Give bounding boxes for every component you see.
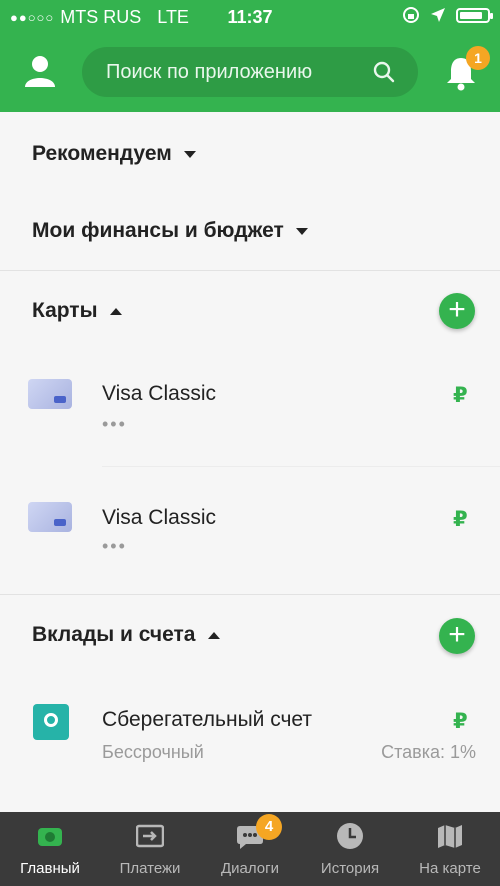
section-cards[interactable]: Карты xyxy=(32,299,122,323)
account-currency: ₽ xyxy=(453,710,468,733)
battery-icon xyxy=(456,7,493,23)
section-deposits-title: Вклады и счета xyxy=(32,623,196,646)
search-icon xyxy=(373,61,395,83)
card-currency: ₽ xyxy=(453,508,468,531)
nav-label: Платежи xyxy=(119,860,181,877)
nav-label: Главный xyxy=(20,860,80,877)
add-card-button[interactable]: + xyxy=(439,293,475,329)
main-content: Рекомендуем Мои финансы и бюджет Карты +… xyxy=(0,112,500,812)
dialogs-badge: 4 xyxy=(256,814,282,840)
account-term: Бессрочный xyxy=(102,742,204,762)
card-name: Visa Classic xyxy=(102,506,216,529)
bottom-nav: Главный Платежи 4 Диалоги История На кар… xyxy=(0,812,500,886)
safe-icon xyxy=(33,704,69,740)
add-deposit-button[interactable]: + xyxy=(439,618,475,654)
battery-level xyxy=(460,11,482,19)
section-recommend[interactable]: Рекомендуем xyxy=(32,142,196,166)
card-currency: ₽ xyxy=(453,384,468,407)
app-header: ●●○○○ MTS RUS LTE 11:37 Поиск по приложе… xyxy=(0,0,500,112)
nav-dialogs[interactable]: 4 Диалоги xyxy=(200,812,300,886)
card-name: Visa Classic xyxy=(102,382,216,405)
search-input[interactable]: Поиск по приложению xyxy=(82,47,418,97)
collapse-arrow-icon xyxy=(109,307,122,315)
card-number-masked: ••• xyxy=(102,414,127,434)
card-number-masked: ••• xyxy=(102,536,127,556)
collapse-arrow-icon xyxy=(207,631,220,639)
divider xyxy=(102,466,500,467)
nav-label: История xyxy=(320,860,380,877)
search-placeholder: Поиск по приложению xyxy=(106,61,313,83)
section-deposits[interactable]: Вклады и счета xyxy=(32,623,220,647)
nav-label: Диалоги xyxy=(221,860,279,877)
account-name: Сберегательный счет xyxy=(102,708,313,731)
nav-payments[interactable]: Платежи xyxy=(100,812,200,886)
nav-home[interactable]: Главный xyxy=(0,812,100,886)
visa-card-icon xyxy=(28,379,72,409)
expand-arrow-icon xyxy=(183,150,196,158)
expand-arrow-icon xyxy=(295,227,308,235)
location-icon xyxy=(431,8,445,22)
status-bar: ●●○○○ MTS RUS LTE 11:37 xyxy=(0,0,500,34)
nav-map[interactable]: На карте xyxy=(400,812,500,886)
section-finance[interactable]: Мои финансы и бюджет xyxy=(32,219,308,243)
rotation-lock-icon xyxy=(403,7,419,23)
home-icon xyxy=(38,828,62,846)
section-recommend-title: Рекомендуем xyxy=(32,142,172,165)
section-finance-title: Мои финансы и бюджет xyxy=(32,219,284,242)
section-cards-title: Карты xyxy=(32,299,98,322)
divider xyxy=(0,270,500,271)
clock-icon xyxy=(337,823,363,849)
divider xyxy=(0,594,500,595)
notifications-badge: 1 xyxy=(466,46,490,70)
nav-history[interactable]: История xyxy=(300,812,400,886)
visa-card-icon xyxy=(28,502,72,532)
payments-icon xyxy=(136,824,164,848)
nav-label: На карте xyxy=(419,860,481,877)
map-icon xyxy=(438,825,462,848)
account-rate: Ставка: 1% xyxy=(381,742,476,762)
profile-icon[interactable] xyxy=(22,53,58,89)
